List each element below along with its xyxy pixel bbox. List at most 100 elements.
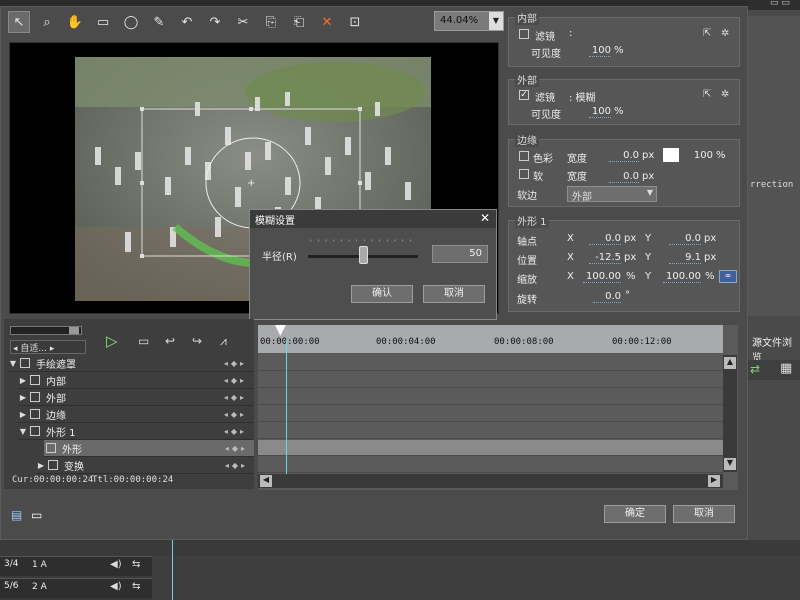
- track-header[interactable]: 3/4 1 A ◀) ⇆: [0, 556, 152, 576]
- track-lanes[interactable]: [152, 556, 800, 600]
- settings-icon[interactable]: ✲: [721, 28, 729, 39]
- edge-color-swatch[interactable]: [663, 148, 679, 162]
- fit-combo[interactable]: ◂ 自适... ▸: [10, 340, 86, 354]
- track-checkbox[interactable]: [30, 392, 40, 402]
- expand-icon[interactable]: ▶: [18, 410, 28, 419]
- keyframe-nav-icon[interactable]: ◂◆▸: [224, 410, 247, 419]
- undo-icon[interactable]: ↶: [176, 11, 198, 33]
- keyframe-nav-icon[interactable]: ◂◆▸: [224, 359, 247, 368]
- delete-icon[interactable]: ✕: [316, 11, 338, 33]
- soft-width-value[interactable]: 0.0: [609, 171, 639, 183]
- magnify-tool-icon[interactable]: ⌕: [36, 11, 58, 33]
- radius-slider-thumb[interactable]: [358, 246, 368, 264]
- select-tool-icon[interactable]: ↖: [8, 11, 30, 33]
- keyframe-nav-icon[interactable]: ◂◆▸: [225, 444, 248, 453]
- position-y-value[interactable]: 9.1: [669, 252, 701, 264]
- rotate-value[interactable]: 0.0: [593, 291, 621, 303]
- zoom-slider[interactable]: [10, 326, 82, 335]
- track-checkbox[interactable]: [48, 460, 58, 470]
- zoom-select[interactable]: 44.04% ▼: [434, 11, 504, 31]
- settings-icon[interactable]: ✲: [721, 89, 729, 100]
- anchor-x-value[interactable]: 0.0: [589, 233, 621, 245]
- edge-color-percent[interactable]: 100: [691, 150, 713, 161]
- grid-icon[interactable]: ▦: [780, 361, 792, 376]
- edge-color-checkbox[interactable]: [519, 151, 529, 161]
- hand-tool-icon[interactable]: ✋: [64, 11, 86, 33]
- cancel-button[interactable]: 取消: [673, 505, 735, 523]
- edge-soft-checkbox[interactable]: [519, 169, 529, 179]
- chevron-down-icon[interactable]: ▼: [647, 188, 653, 197]
- track-checkbox[interactable]: [30, 426, 40, 436]
- track-checkbox[interactable]: [30, 375, 40, 385]
- keyframe-nav-icon[interactable]: ◂◆▸: [224, 427, 247, 436]
- track-checkbox[interactable]: [20, 358, 30, 368]
- track-checkbox[interactable]: [46, 443, 56, 453]
- track-checkbox[interactable]: [30, 409, 40, 419]
- speaker-icon[interactable]: ◀): [110, 581, 122, 592]
- scroll-right-icon[interactable]: ▶: [708, 475, 720, 487]
- outer-filter-checkbox[interactable]: ✓: [519, 90, 529, 100]
- close-icon[interactable]: ✕: [480, 211, 490, 225]
- folder-icon[interactable]: ⇱: [703, 89, 711, 100]
- position-x-value[interactable]: -12.5: [589, 252, 621, 264]
- cut-icon[interactable]: ✂: [232, 11, 254, 33]
- single-view-icon[interactable]: ▭: [31, 508, 42, 522]
- keyframe-nav-icon[interactable]: ◂◆▸: [225, 461, 248, 470]
- track-row-shape[interactable]: 外形 ◂◆▸: [44, 440, 254, 457]
- track-row-outer[interactable]: ▶ 外部 ◂◆▸: [18, 389, 253, 406]
- scroll-down-icon[interactable]: ▼: [724, 458, 736, 470]
- fit-view-icon[interactable]: ⊡: [344, 11, 366, 33]
- blur-ok-button[interactable]: 确认: [351, 285, 413, 303]
- chevron-down-icon[interactable]: ▼: [489, 12, 503, 30]
- keyframe-nav-icon[interactable]: ◂◆▸: [224, 393, 247, 402]
- anchor-y-value[interactable]: 0.0: [669, 233, 701, 245]
- track-row-transform[interactable]: ▶ 变换 ◂◆▸: [36, 457, 254, 474]
- zoom-slider-thumb[interactable]: [69, 327, 79, 334]
- scroll-left-icon[interactable]: ◀: [260, 475, 272, 487]
- layout-icon[interactable]: ▤: [11, 508, 22, 522]
- step-back-icon[interactable]: ↩: [165, 334, 175, 348]
- redo-icon[interactable]: ↷: [204, 11, 226, 33]
- outer-visibility-value[interactable]: 100: [589, 106, 611, 118]
- speaker-icon[interactable]: ◀): [110, 559, 122, 570]
- track-row-edge[interactable]: ▶ 边缘 ◂◆▸: [18, 406, 253, 423]
- inner-visibility-value[interactable]: 100: [589, 45, 611, 57]
- ok-button[interactable]: 确定: [604, 505, 666, 523]
- scale-y-value[interactable]: 100.00: [663, 271, 701, 283]
- track-row-shape1[interactable]: ▼ 外形 1 ◂◆▸: [18, 423, 253, 440]
- inner-filter-checkbox[interactable]: [519, 29, 529, 39]
- ellipse-tool-icon[interactable]: ◯: [120, 11, 142, 33]
- track-row-inner[interactable]: ▶ 内部 ◂◆▸: [18, 372, 253, 389]
- step-forward-icon[interactable]: ↪: [192, 334, 202, 348]
- copy-icon[interactable]: ⎘: [260, 11, 282, 33]
- playhead-icon[interactable]: ▼: [275, 322, 286, 338]
- scale-x-value[interactable]: 100.00: [583, 271, 621, 283]
- graph-icon[interactable]: ⩘: [220, 334, 227, 349]
- sync-icon[interactable]: ⇆: [132, 559, 140, 570]
- expand-icon[interactable]: ▶: [18, 376, 28, 385]
- comment-icon[interactable]: ▭: [138, 334, 149, 348]
- radius-input[interactable]: 50: [432, 245, 488, 263]
- track-header[interactable]: 5/6 2 A ◀) ⇆: [0, 578, 152, 598]
- scroll-up-icon[interactable]: ▲: [724, 357, 736, 369]
- blur-cancel-button[interactable]: 取消: [423, 285, 485, 303]
- folder-icon[interactable]: ⇱: [703, 28, 711, 39]
- window-controls-icon[interactable]: ▭ ▭: [770, 0, 790, 8]
- play-icon[interactable]: ▷: [106, 332, 118, 350]
- collapse-icon[interactable]: ▼: [8, 359, 18, 368]
- paste-icon[interactable]: ⎗: [288, 11, 310, 33]
- collapse-icon[interactable]: ▼: [18, 427, 28, 436]
- timeline-vscrollbar[interactable]: ▲ ▼: [723, 355, 737, 472]
- rectangle-tool-icon[interactable]: ▭: [92, 11, 114, 33]
- soft-edge-select[interactable]: 外部 ▼: [567, 186, 657, 203]
- expand-icon[interactable]: ▶: [18, 393, 28, 402]
- link-icon[interactable]: ∞: [719, 270, 737, 283]
- expand-icon[interactable]: ▶: [36, 461, 46, 470]
- track-row-mask[interactable]: ▼ 手绘遮罩 ◂◆▸: [8, 355, 253, 372]
- edge-width-value[interactable]: 0.0: [609, 150, 639, 162]
- pen-tool-icon[interactable]: ✎: [148, 11, 170, 33]
- timeline-ruler[interactable]: 00:00:00:00 00:00:04:00 00:00:08:00 00:0…: [258, 322, 723, 353]
- export-icon[interactable]: ⇄: [750, 362, 760, 376]
- timeline-hscrollbar[interactable]: ◀ ▶: [258, 474, 723, 488]
- keyframe-nav-icon[interactable]: ◂◆▸: [224, 376, 247, 385]
